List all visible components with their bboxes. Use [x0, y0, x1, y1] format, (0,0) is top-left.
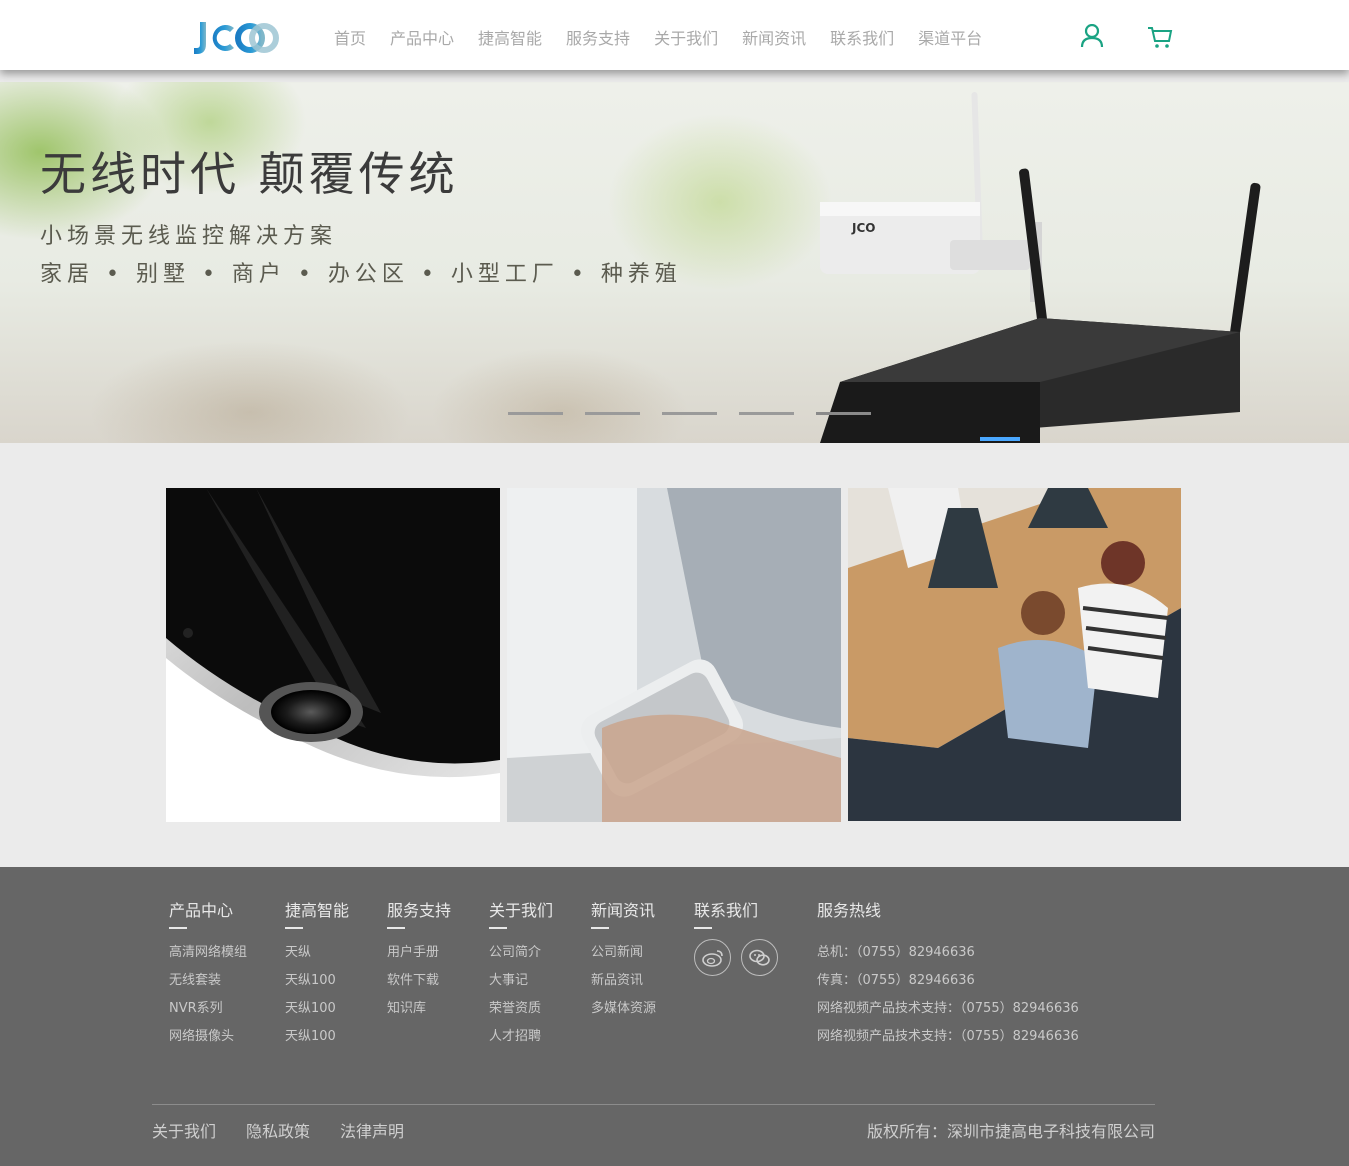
title-underline	[285, 927, 303, 929]
tile-smartphone[interactable]	[507, 488, 841, 822]
hotline-main: 总机：（0755）82946636	[817, 945, 975, 960]
footer-col-title: 关于我们	[489, 901, 554, 920]
footer-link[interactable]: 高清网络模组	[169, 939, 247, 967]
slider-dot-5[interactable]	[816, 412, 871, 415]
slider-dot-4[interactable]	[739, 412, 794, 415]
hotline-tech-support: 网络视频产品技术支持：（0755）82946636	[817, 1001, 1079, 1016]
footer-col-hotline: 服务热线 总机：（0755）82946636 传真：（0755）82946636…	[817, 901, 1079, 1051]
smartphone-hand-image	[507, 488, 841, 822]
hotline-tech-support: 网络视频产品技术支持：（0755）82946636	[817, 1029, 1079, 1044]
footer-col-title: 服务热线	[817, 901, 882, 920]
slider-dot-3[interactable]	[662, 412, 717, 415]
title-underline	[169, 927, 187, 929]
footer-link[interactable]: 人才招聘	[489, 1023, 553, 1051]
wireless-nvr-camera-image: JCO	[820, 92, 1261, 443]
footer-link[interactable]: 公司新闻	[591, 939, 656, 967]
footer-link[interactable]: 天纵	[285, 939, 349, 967]
wechat-icon[interactable]	[741, 939, 778, 976]
footer-col-contact: 联系我们	[694, 901, 778, 976]
jco-logo[interactable]	[192, 18, 280, 58]
footer-link[interactable]: 知识库	[387, 995, 451, 1023]
title-underline	[387, 927, 405, 929]
main-nav: 首页 产品中心 捷高智能 服务支持 关于我们 新闻资讯 联系我们 渠道平台	[334, 28, 1006, 50]
footer-link[interactable]: 荣誉资质	[489, 995, 553, 1023]
footer-link[interactable]: NVR系列	[169, 995, 247, 1023]
footer-link[interactable]: 天纵100	[285, 1023, 349, 1051]
footer-divider	[152, 1104, 1155, 1105]
footer-col-title: 捷高智能	[285, 901, 350, 920]
footer-col-support: 服务支持 用户手册 软件下载 知识库	[387, 901, 451, 1023]
nav-smart[interactable]: 捷高智能	[478, 28, 542, 50]
slider-dot-2[interactable]	[585, 412, 640, 415]
footer-privacy-link[interactable]: 隐私政策	[246, 1121, 310, 1143]
footer-col-title: 联系我们	[694, 901, 759, 920]
footer-link[interactable]: 新品资讯	[591, 967, 656, 995]
footer-link[interactable]: 无线套装	[169, 967, 247, 995]
cart-icon[interactable]	[1147, 25, 1173, 49]
footer-legal-link[interactable]: 法律声明	[340, 1121, 404, 1143]
copyright-text: 版权所有：深圳市捷高电子科技有限公司	[866, 1122, 1155, 1141]
title-underline	[694, 927, 712, 929]
site-footer: 产品中心 高清网络模组 无线套装 NVR系列 网络摄像头 捷高智能 天纵 天纵1…	[0, 867, 1349, 1166]
footer-col-title: 新闻资讯	[591, 901, 656, 920]
nav-products[interactable]: 产品中心	[390, 28, 454, 50]
banner-subtitle: 小场景无线监控解决方案	[40, 224, 338, 249]
title-underline	[489, 927, 507, 929]
site-header: 首页 产品中心 捷高智能 服务支持 关于我们 新闻资讯 联系我们 渠道平台	[0, 0, 1349, 70]
footer-about-link[interactable]: 关于我们	[152, 1121, 216, 1143]
slider-dot-1[interactable]	[508, 412, 563, 415]
footer-col-title: 产品中心	[169, 901, 234, 920]
social-links	[694, 939, 778, 976]
feature-tiles	[166, 488, 1181, 822]
footer-link[interactable]: 软件下载	[387, 967, 451, 995]
nav-contact[interactable]: 联系我们	[830, 28, 894, 50]
footer-link[interactable]: 天纵100	[285, 967, 349, 995]
footer-col-about: 关于我们 公司简介 大事记 荣誉资质 人才招聘	[489, 901, 553, 1051]
footer-link[interactable]: 大事记	[489, 967, 553, 995]
footer-bottom-links: 关于我们 隐私政策 法律声明	[152, 1121, 434, 1143]
nav-channel[interactable]: 渠道平台	[918, 28, 982, 50]
nav-about[interactable]: 关于我们	[654, 28, 718, 50]
banner-title: 无线时代 颠覆传统	[40, 147, 459, 201]
tile-office-people[interactable]	[848, 488, 1181, 821]
slider-dots	[508, 412, 893, 415]
nav-news[interactable]: 新闻资讯	[742, 28, 806, 50]
tile-fisheye-camera[interactable]	[166, 488, 500, 822]
weibo-icon[interactable]	[694, 939, 731, 976]
fisheye-camera-image	[166, 488, 500, 778]
hotline-fax: 传真：（0755）82946636	[817, 973, 975, 988]
nav-support[interactable]: 服务支持	[566, 28, 630, 50]
footer-col-title: 服务支持	[387, 901, 452, 920]
hero-banner[interactable]: 无线时代 颠覆传统 小场景无线监控解决方案 家居 • 别墅 • 商户 • 办公区…	[0, 82, 1349, 443]
footer-col-smart: 捷高智能 天纵 天纵100 天纵100 天纵100	[285, 901, 349, 1051]
title-underline	[591, 927, 609, 929]
nav-home[interactable]: 首页	[334, 28, 366, 50]
footer-link[interactable]: 公司简介	[489, 939, 553, 967]
footer-link[interactable]: 网络摄像头	[169, 1023, 247, 1051]
banner-scenarios: 家居 • 别墅 • 商户 • 办公区 • 小型工厂 • 种养殖	[40, 262, 682, 287]
footer-link[interactable]: 多媒体资源	[591, 995, 656, 1023]
camera-brand-label: JCO	[851, 221, 875, 235]
footer-link[interactable]: 用户手册	[387, 939, 451, 967]
footer-link[interactable]: 天纵100	[285, 995, 349, 1023]
office-people-image	[848, 488, 1181, 821]
footer-col-news: 新闻资讯 公司新闻 新品资讯 多媒体资源	[591, 901, 656, 1023]
footer-col-products: 产品中心 高清网络模组 无线套装 NVR系列 网络摄像头	[169, 901, 247, 1051]
user-icon[interactable]	[1080, 24, 1104, 48]
